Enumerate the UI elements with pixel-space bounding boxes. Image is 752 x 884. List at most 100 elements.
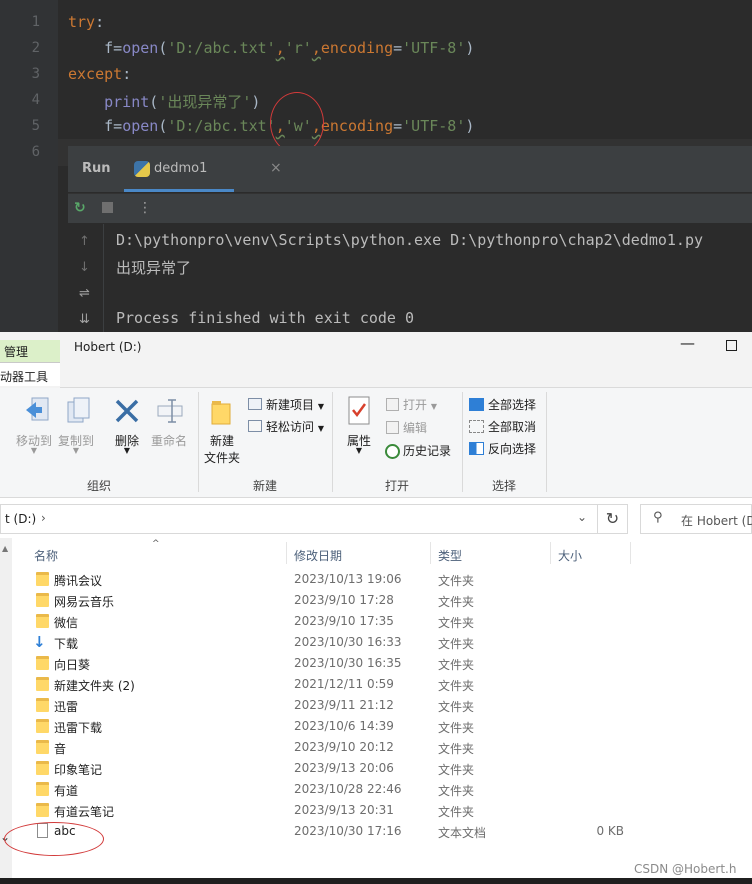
file-type: 文件夹 xyxy=(438,679,475,693)
column-divider[interactable] xyxy=(550,542,551,564)
code-token: f= xyxy=(68,39,123,57)
code-token: , xyxy=(311,39,321,57)
python-icon xyxy=(134,161,150,177)
code-line-3[interactable]: except: xyxy=(68,65,131,83)
breadcrumb-chevron-icon[interactable]: › xyxy=(41,511,46,525)
column-divider[interactable] xyxy=(630,542,631,564)
refresh-button[interactable]: ↻ xyxy=(598,504,628,534)
folder-icon xyxy=(36,677,49,691)
line-number: 5 xyxy=(31,118,40,134)
ribbon: 移动到 ▼ 复制到 ▼ 删除 ▼ 重命名 组织 新建 文件夹 新建项目 ▼ 轻松… xyxy=(0,388,752,498)
search-input[interactable]: ⚲ 在 Hobert (D: xyxy=(640,504,752,534)
invert-selection-button[interactable]: 反向选择 xyxy=(488,440,536,457)
open-button[interactable]: 打开 ▼ xyxy=(403,396,437,413)
history-button[interactable]: 历史记录 xyxy=(403,442,451,459)
table-row[interactable]: 向日葵 2023/10/30 16:35 文件夹 xyxy=(14,653,752,674)
file-name: 下载 xyxy=(54,637,79,651)
tab-manage[interactable]: 管理 xyxy=(0,340,60,362)
file-type: 文件夹 xyxy=(438,595,475,609)
code-line-4[interactable]: print('出现异常了') xyxy=(68,91,260,112)
table-row[interactable]: 迅雷 2023/9/11 21:12 文件夹 xyxy=(14,695,752,716)
string-literal: 'UTF-8' xyxy=(402,39,466,57)
edit-button[interactable]: 编辑 xyxy=(403,419,427,436)
file-type: 文本文档 xyxy=(438,826,487,840)
chevron-down-icon: ▼ xyxy=(317,402,324,411)
file-date: 2023/9/10 17:28 xyxy=(294,593,394,607)
table-row[interactable]: abc 2023/10/30 17:16 文本文档 0 KB xyxy=(14,821,752,842)
file-name: 向日葵 xyxy=(54,658,91,672)
group-label-new: 新建 xyxy=(252,479,277,493)
soft-wrap-icon[interactable]: ⇌ xyxy=(79,286,90,301)
column-header-name[interactable]: 名称 xyxy=(34,547,58,564)
select-none-icon xyxy=(469,420,484,433)
rerun-icon[interactable]: ↻ xyxy=(74,200,86,216)
new-item-button[interactable]: 新建项目 ▼ xyxy=(266,396,324,413)
table-row[interactable]: 音 2023/9/10 20:12 文件夹 xyxy=(14,737,752,758)
easy-access-label: 轻松访问 xyxy=(266,420,315,434)
scroll-up-icon[interactable]: ▲ xyxy=(2,544,8,553)
table-row[interactable]: ↓ 下载 2023/10/30 16:33 文件夹 xyxy=(14,632,752,653)
history-icon xyxy=(385,444,400,459)
arrow-down-icon[interactable]: ↓ xyxy=(79,260,90,275)
code-token: , xyxy=(275,39,285,57)
file-date: 2023/10/30 17:16 xyxy=(294,824,402,838)
code-token: : xyxy=(122,65,132,83)
maximize-button[interactable] xyxy=(726,340,737,351)
file-list: ▲ ⌄ ^ 名称 修改日期 类型 大小 腾讯会议 2023/10/13 19:0… xyxy=(0,538,752,884)
console-line: 出现异常了 xyxy=(116,259,192,277)
close-tab-icon[interactable]: × xyxy=(270,160,282,176)
table-row[interactable]: 网易云音乐 2023/9/10 17:28 文件夹 xyxy=(14,590,752,611)
column-header-modified[interactable]: 修改日期 xyxy=(294,547,342,564)
run-config-tab[interactable]: dedmo1 × xyxy=(124,147,282,192)
arrow-up-icon[interactable]: ↑ xyxy=(79,234,90,249)
table-row[interactable]: 迅雷下载 2023/10/6 14:39 文件夹 xyxy=(14,716,752,737)
keyword-try: try xyxy=(68,13,96,31)
file-date: 2023/9/11 21:12 xyxy=(294,698,394,712)
address-path[interactable]: t (D:) xyxy=(5,512,36,526)
taskbar-edge xyxy=(0,878,752,884)
tab-drive-tools[interactable]: 动器工具 xyxy=(0,362,60,386)
code-line-2[interactable]: f=open('D:/abc.txt','r',encoding='UTF-8'… xyxy=(68,39,474,57)
minimize-button[interactable]: — xyxy=(680,334,695,352)
column-divider[interactable] xyxy=(286,542,287,564)
new-item-icon xyxy=(248,398,262,410)
builtin-open: open xyxy=(122,39,159,57)
chevron-down-icon: ▼ xyxy=(123,446,131,455)
annotation-circle xyxy=(270,92,324,154)
file-date: 2023/9/10 17:35 xyxy=(294,614,394,628)
run-panel-title: Run xyxy=(82,161,111,176)
file-type: 文件夹 xyxy=(438,616,475,630)
table-row[interactable]: 有道云笔记 2023/9/13 20:31 文件夹 xyxy=(14,800,752,821)
run-tool-window: Run dedmo1 × ↻ ⋮ ↑ ↓ ⇌ ⇊ D:\pythonpro\ve… xyxy=(68,146,752,332)
file-name: 印象笔记 xyxy=(54,763,103,777)
table-row[interactable]: 腾讯会议 2023/10/13 19:06 文件夹 xyxy=(14,569,752,590)
address-bar[interactable]: t (D:) › ⌄ xyxy=(0,504,598,534)
scroll-to-end-icon[interactable]: ⇊ xyxy=(79,312,90,327)
code-token: ( xyxy=(158,39,168,57)
select-all-button[interactable]: 全部选择 xyxy=(488,396,536,413)
file-explorer-window: 管理 动器工具 Hobert (D:) — 移动到 ▼ 复制到 ▼ 删除 ▼ 重… xyxy=(0,332,752,884)
table-row[interactable]: 印象笔记 2023/9/13 20:06 文件夹 xyxy=(14,758,752,779)
column-header-type[interactable]: 类型 xyxy=(438,547,462,564)
chevron-down-icon[interactable]: ⌄ xyxy=(577,510,587,524)
select-none-button[interactable]: 全部取消 xyxy=(488,418,536,435)
new-folder-button[interactable]: 新建 文件夹 xyxy=(200,432,244,466)
file-date: 2023/10/30 16:35 xyxy=(294,656,402,670)
table-row[interactable]: 新建文件夹 (2) 2021/12/11 0:59 文件夹 xyxy=(14,674,752,695)
string-literal: 'D:/abc.txt' xyxy=(167,117,276,135)
line-number-gutter: 1 2 3 4 5 6 xyxy=(0,0,58,332)
stop-icon[interactable] xyxy=(102,202,113,213)
table-row[interactable]: 有道 2023/10/28 22:46 文件夹 xyxy=(14,779,752,800)
code-line-1[interactable]: try: xyxy=(68,13,104,31)
rename-button[interactable]: 重命名 xyxy=(148,432,190,449)
move-to-icon xyxy=(24,396,50,426)
code-token: = xyxy=(393,117,403,135)
table-row[interactable]: 微信 2023/9/10 17:35 文件夹 xyxy=(14,611,752,632)
group-divider xyxy=(546,392,547,492)
column-divider[interactable] xyxy=(430,542,431,564)
more-options-icon[interactable]: ⋮ xyxy=(138,200,152,216)
easy-access-button[interactable]: 轻松访问 ▼ xyxy=(266,418,324,435)
sort-caret-icon: ^ xyxy=(152,539,160,549)
watermark: CSDN @Hobert.h xyxy=(634,862,737,876)
column-header-size[interactable]: 大小 xyxy=(558,547,582,564)
